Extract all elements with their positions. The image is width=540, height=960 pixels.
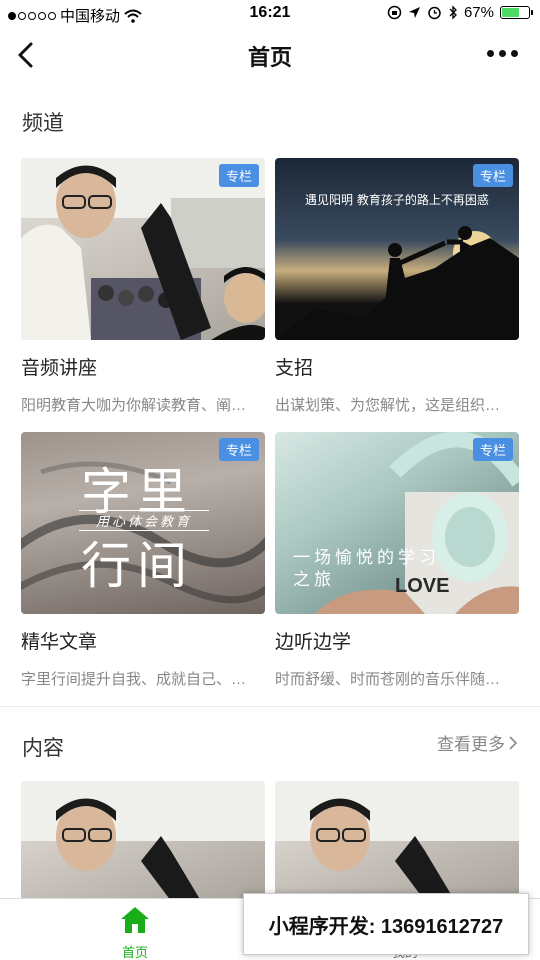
chevron-right-icon [509,735,518,750]
more-menu-icon[interactable] [487,50,518,57]
channel-card-articles[interactable]: 字里 用心体会教育 行间 精华文章 字里行间提升自我、成就自己、… 专栏 [21,432,265,689]
view-more-link[interactable]: 查看更多 [437,730,518,755]
contact-watermark: 小程序开发: 13691612727 [243,893,529,955]
battery-percent: 67% [463,4,494,21]
content-thumbnail [21,781,265,901]
status-right: 67% [387,4,533,21]
channel-card-listening[interactable]: LOVE 一场愉悦的学习之旅 边听边学 时而舒缓、时而苍刚的音乐伴随… 专栏 [275,432,519,689]
view-more-label: 查看更多 [437,735,505,754]
tab-home-label: 首页 [121,945,148,960]
content-thumbnail [275,781,519,901]
channel-card-tips[interactable]: 遇见阳明 教育孩子的路上不再困惑 支招 出谋划策、为您解忧，这是组织… 专栏 [275,158,519,415]
orientation-lock-icon [387,5,402,20]
alarm-icon [428,6,441,20]
channel-title: 精华文章 [21,632,98,653]
image-caption: 遇见阳明 教育孩子的路上不再困惑 [305,193,489,207]
column-badge: 专栏 [218,164,259,187]
channel-desc: 出谋划策、为您解忧，这是组织… [275,397,501,414]
column-badge: 专栏 [472,164,513,187]
channel-desc: 时而舒缓、时而苍刚的音乐伴随… [275,671,501,688]
channels-title: 频道 [22,112,64,135]
section-divider [0,706,540,707]
column-badge: 专栏 [472,438,513,461]
content-card[interactable] [21,781,265,901]
channel-desc: 阳明教育大咖为你解读教育、阐… [21,397,247,414]
battery-icon [500,6,533,19]
status-bar: 中国移动 16:21 67% [0,0,540,28]
channel-title: 支招 [275,358,314,379]
nav-bar: 首页 [0,28,540,86]
tab-home[interactable]: 首页 [85,905,185,960]
column-badge: 专栏 [218,438,259,461]
location-icon [408,7,420,18]
channel-desc: 字里行间提升自我、成就自己、… [21,671,247,688]
content-card[interactable] [275,781,519,901]
image-title-bottom: 行间 [81,537,193,595]
image-caption: 一场愉悦的学习之旅 [293,548,440,589]
channel-title: 音频讲座 [21,358,98,379]
content-title: 内容 [22,737,64,760]
page-title: 首页 [247,45,292,70]
channel-title: 边听边学 [275,632,352,653]
home-icon [121,907,149,933]
channel-card-audio[interactable]: 音频讲座 阳明教育大咖为你解读教育、阐… 专栏 [21,158,265,415]
bluetooth-icon [449,5,457,20]
